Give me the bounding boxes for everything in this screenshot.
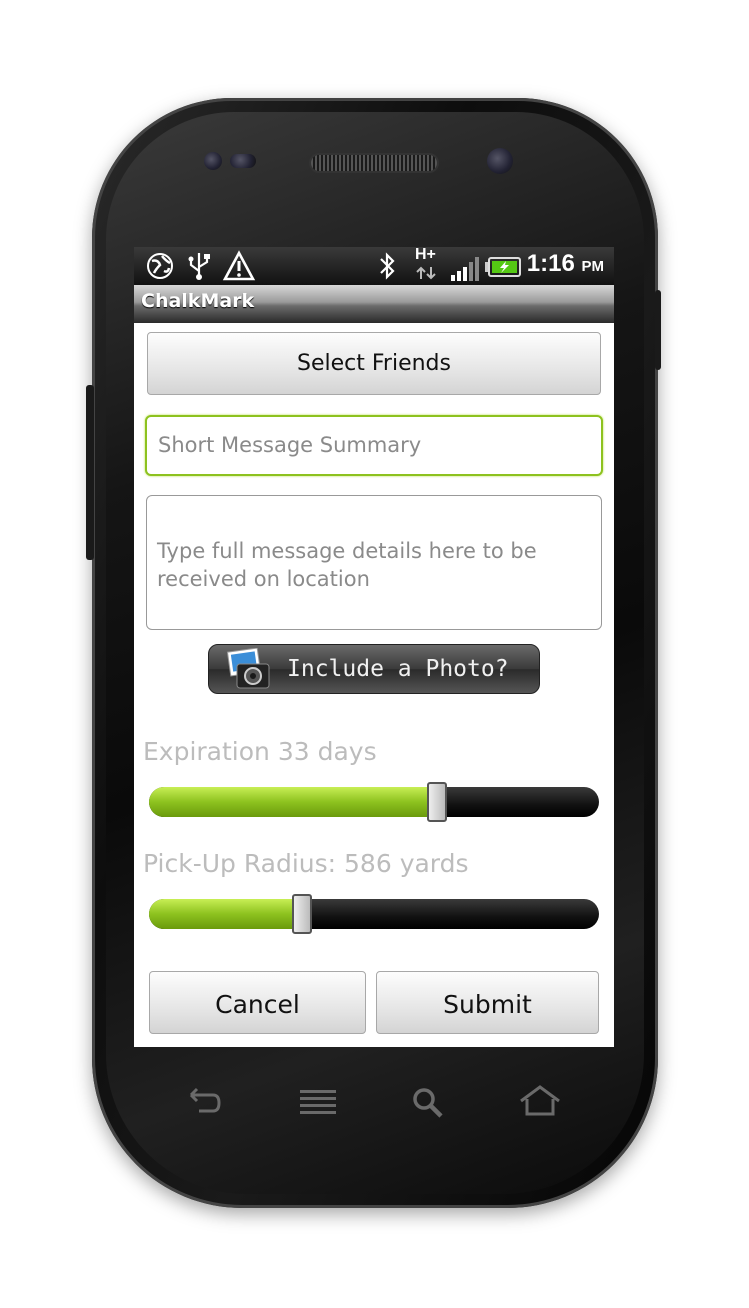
search-icon[interactable] <box>410 1085 446 1119</box>
photo-camera-icon <box>226 648 270 689</box>
screen: H+ 1:16 PM ChalkMark Select Friends Shor… <box>134 247 614 1047</box>
expiration-slider-fill <box>149 787 437 817</box>
volume-button <box>86 385 94 560</box>
submit-label: Submit <box>443 990 532 1019</box>
expiration-label: Expiration 33 days <box>143 737 377 766</box>
select-friends-button[interactable]: Select Friends <box>147 332 601 395</box>
network-type: H+ <box>415 247 436 263</box>
proximity-sensor <box>204 152 222 170</box>
expiration-slider-thumb[interactable] <box>427 782 447 822</box>
data-arrows-icon <box>416 266 436 280</box>
radius-label: Pick-Up Radius: 586 yards <box>143 849 469 878</box>
cancel-button[interactable]: Cancel <box>149 971 366 1034</box>
details-placeholder: Type full message details here to be rec… <box>157 539 537 591</box>
radius-slider-fill <box>149 899 302 929</box>
radius-slider[interactable] <box>149 894 599 934</box>
home-icon[interactable] <box>517 1083 563 1119</box>
bluetooth-icon <box>380 252 395 280</box>
light-sensor <box>230 154 256 168</box>
include-photo-button[interactable]: Include a Photo? <box>208 644 540 694</box>
usb-icon <box>188 253 210 280</box>
app-title-bar: ChalkMark <box>134 285 614 323</box>
front-camera <box>487 148 513 174</box>
back-icon[interactable] <box>185 1085 225 1119</box>
cancel-label: Cancel <box>215 990 300 1019</box>
clock-ampm: PM <box>581 258 605 275</box>
battery-icon <box>485 257 521 277</box>
select-friends-label: Select Friends <box>297 351 451 376</box>
summary-input[interactable]: Short Message Summary <box>145 415 603 476</box>
expiration-slider[interactable] <box>149 782 599 822</box>
details-input[interactable]: Type full message details here to be rec… <box>146 495 602 630</box>
app-title: ChalkMark <box>141 290 255 312</box>
menu-icon[interactable] <box>298 1088 340 1116</box>
status-clock: 1:16 PM <box>527 250 604 278</box>
status-bar: H+ 1:16 PM <box>134 247 614 285</box>
radius-slider-thumb[interactable] <box>292 894 312 934</box>
globe-icon <box>147 253 173 279</box>
earpiece-speaker <box>309 153 439 173</box>
submit-button[interactable]: Submit <box>376 971 599 1034</box>
warning-icon <box>222 250 256 281</box>
include-photo-label: Include a Photo? <box>287 656 509 682</box>
signal-icon <box>451 257 479 281</box>
summary-placeholder: Short Message Summary <box>158 433 422 457</box>
power-button <box>655 290 661 370</box>
clock-time: 1:16 <box>526 250 575 277</box>
